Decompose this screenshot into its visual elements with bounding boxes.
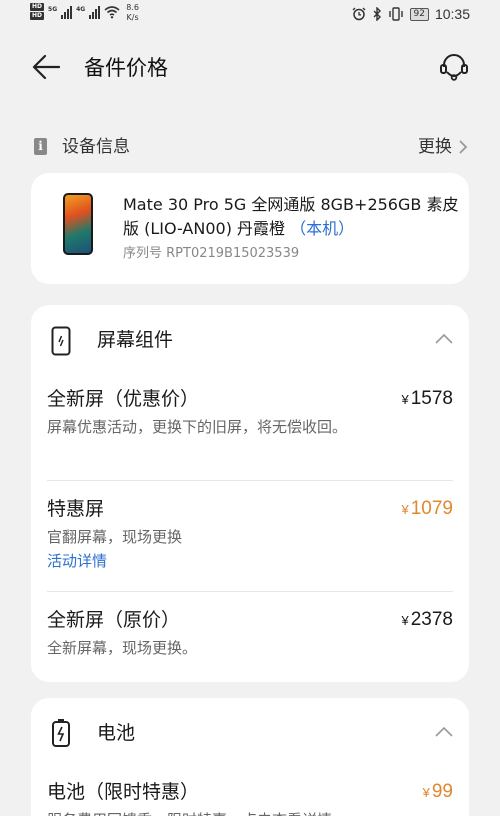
device-serial-number: 序列号 RPT0219B15023539 xyxy=(123,246,300,261)
hd-badge: HD xyxy=(30,3,45,11)
this-device-tag: （本机） xyxy=(290,219,355,238)
device-name: Mate 30 Pro 5G 全网通版 8GB+256GB 素皮版 (LIO-A… xyxy=(123,193,463,241)
currency-symbol: ¥ xyxy=(422,785,430,800)
currency-symbol: ¥ xyxy=(401,502,409,517)
battery-icon xyxy=(52,719,70,747)
option-description: 官翻屏幕，现场更换 xyxy=(47,528,183,546)
price-value: 1578 xyxy=(410,388,453,409)
battery-option-limited-offer[interactable]: 电池（限时特惠） 服务费用回馈季，限时特惠，点击查看详情 ¥99 xyxy=(47,779,453,816)
change-device-button[interactable]: 更换 xyxy=(418,134,468,160)
vibrate-icon xyxy=(388,7,403,21)
wifi-icon xyxy=(104,6,120,19)
speed-value: 8.6 xyxy=(126,3,139,12)
option-name: 特惠屏 xyxy=(47,498,105,520)
option-price: ¥1578 xyxy=(401,386,453,413)
option-price: ¥1079 xyxy=(401,496,453,523)
screen-option-new-original[interactable]: 全新屏（原价） 全新屏幕，现场更换。 ¥2378 xyxy=(47,607,453,660)
currency-symbol: ¥ xyxy=(401,613,409,628)
divider xyxy=(47,480,453,481)
signal-icon xyxy=(89,5,101,19)
device-image xyxy=(63,193,93,255)
signal-icon xyxy=(61,5,73,19)
network-speed: 8.6 K/s xyxy=(126,3,139,23)
divider xyxy=(47,591,453,592)
option-price: ¥99 xyxy=(423,779,453,806)
page-title: 备件价格 xyxy=(84,56,168,80)
screen-option-refurbished[interactable]: 特惠屏 官翻屏幕，现场更换 活动详情 ¥1079 xyxy=(47,496,453,573)
card-title: 屏幕组件 xyxy=(97,329,174,351)
change-device-label: 更换 xyxy=(418,137,452,157)
bluetooth-icon xyxy=(373,7,381,21)
option-description: 服务费用回馈季，限时特惠，点击查看详情 xyxy=(47,808,427,816)
device-info-header: i 设备信息 更换 xyxy=(34,134,468,160)
screen-option-new-discount[interactable]: 全新屏（优惠价） 屏幕优惠活动，更换下的旧屏，将无偿收回。 ¥1578 xyxy=(47,386,453,439)
activity-details-link[interactable]: 活动详情 xyxy=(47,549,453,573)
price-value: 2378 xyxy=(410,609,453,630)
customer-service-icon[interactable] xyxy=(438,52,470,82)
option-name: 全新屏（优惠价） xyxy=(47,388,200,410)
info-icon: i xyxy=(34,138,47,155)
alarm-icon xyxy=(352,7,365,21)
price-value: 99 xyxy=(431,781,453,802)
option-description: 全新屏幕，现场更换。 xyxy=(47,639,198,657)
battery-indicator: 92 xyxy=(409,7,429,21)
option-description: 屏幕优惠活动，更换下的旧屏，将无偿收回。 xyxy=(47,418,348,436)
card-title: 电池 xyxy=(97,722,136,744)
option-price: ¥2378 xyxy=(401,607,453,634)
chevron-right-icon xyxy=(459,140,468,154)
phone-screen-icon xyxy=(51,326,71,356)
option-name: 全新屏（原价） xyxy=(47,609,181,631)
back-arrow-icon[interactable] xyxy=(32,54,60,80)
chevron-up-icon[interactable] xyxy=(435,334,453,344)
option-name: 电池（限时特惠） xyxy=(47,781,200,803)
screen-parts-card: 屏幕组件 全新屏（优惠价） 屏幕优惠活动，更换下的旧屏，将无偿收回。 ¥1578… xyxy=(31,305,469,682)
price-value: 1079 xyxy=(410,498,453,519)
chevron-up-icon[interactable] xyxy=(435,727,453,737)
speed-unit: K/s xyxy=(126,13,139,22)
hd-indicators: HD HD xyxy=(30,3,45,20)
network-type-5g: 5G xyxy=(48,6,58,13)
device-card: Mate 30 Pro 5G 全网通版 8GB+256GB 素皮版 (LIO-A… xyxy=(31,173,469,284)
currency-symbol: ¥ xyxy=(401,392,409,407)
battery-parts-card: 电池 电池（限时特惠） 服务费用回馈季，限时特惠，点击查看详情 ¥99 xyxy=(31,698,469,816)
hd-badge: HD xyxy=(30,12,45,20)
clock-time: 10:35 xyxy=(434,6,470,22)
section-title: 设备信息 xyxy=(62,137,130,157)
status-bar: HD HD 5G 4G 8.6 K/s 92 10:35 xyxy=(0,0,500,32)
network-type-4g: 4G xyxy=(76,6,86,13)
